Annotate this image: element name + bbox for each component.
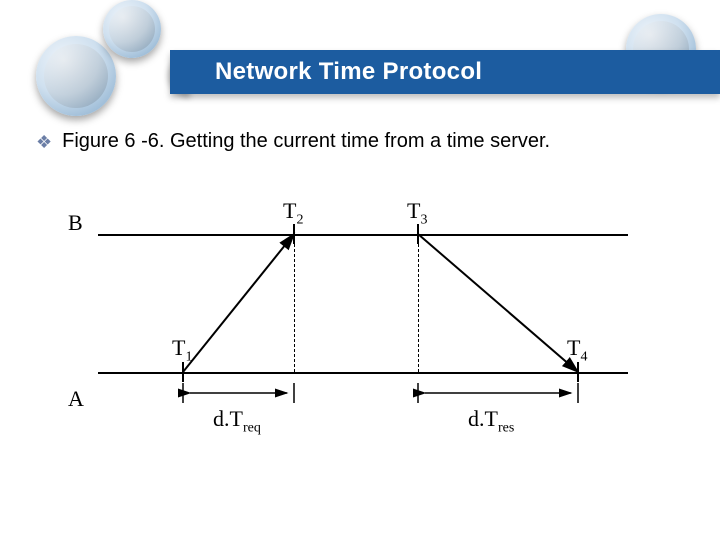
decorative-photo-circle-1 [36, 36, 116, 116]
bullet-text: Figure 6 -6. Getting the current time fr… [62, 130, 550, 153]
diagram-arrows-svg [68, 180, 652, 442]
slide-title: Network Time Protocol [215, 50, 482, 94]
decorative-photo-circle-2 [103, 0, 161, 58]
slide: Network Time Protocol ❖ Figure 6 -6. Get… [0, 0, 720, 540]
diamond-bullet-icon: ❖ [36, 132, 52, 153]
arrow-T1-T2 [183, 234, 294, 372]
diagram: B A T2 T3 T1 T4 [68, 180, 652, 442]
label-dTres: d.Tres [468, 406, 514, 436]
arrow-T3-T4 [418, 234, 578, 372]
bullet-line: ❖ Figure 6 -6. Getting the current time … [36, 130, 550, 153]
label-dTreq: d.Treq [213, 406, 261, 436]
